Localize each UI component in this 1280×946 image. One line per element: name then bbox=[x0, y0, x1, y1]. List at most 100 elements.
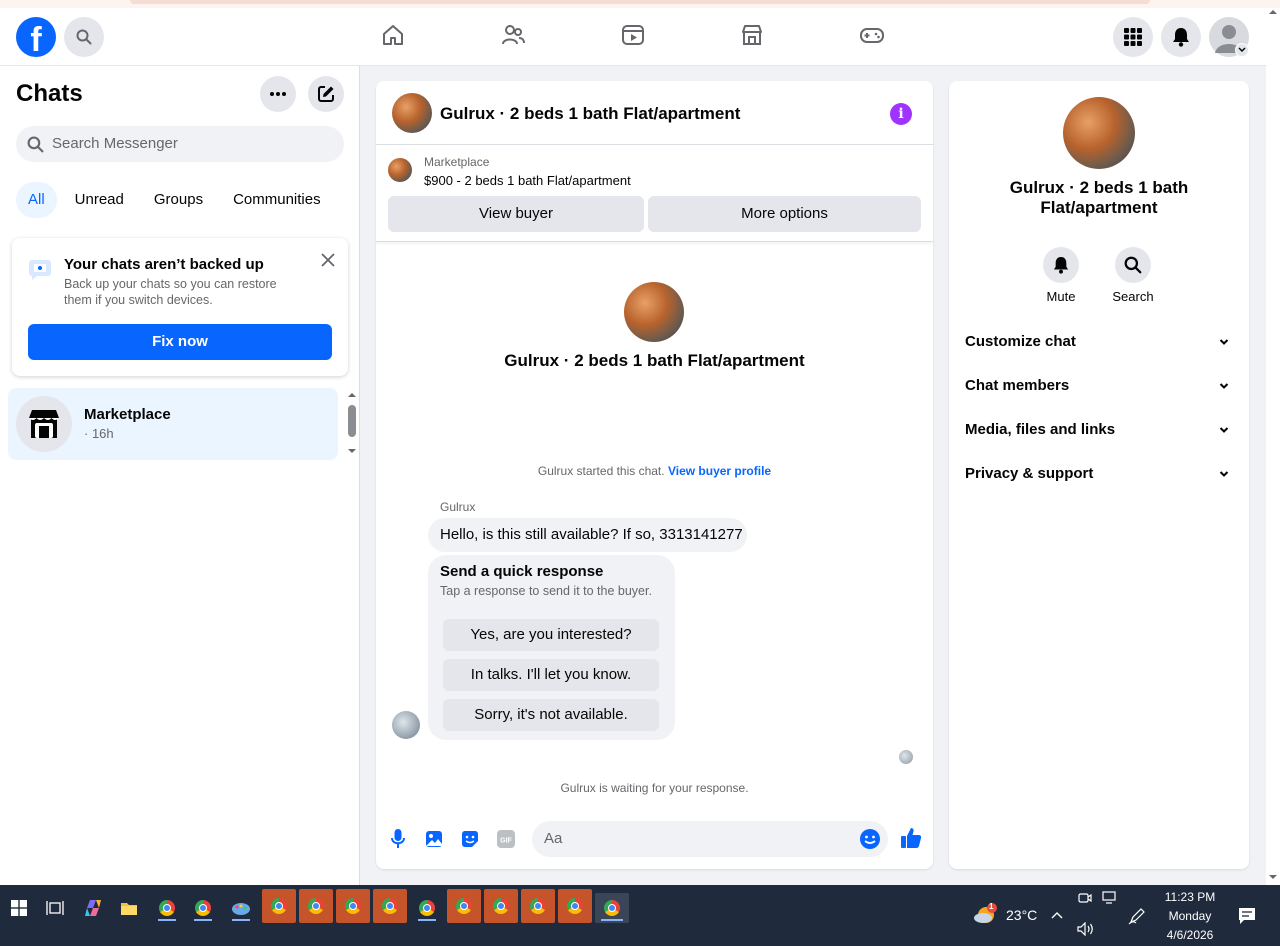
chrome-taskbar-button[interactable] bbox=[373, 889, 407, 923]
pen-menu-button[interactable] bbox=[1124, 903, 1150, 929]
marketplace-listing-bar: Marketplace $900 - 2 beds 1 bath Flat/ap… bbox=[376, 146, 933, 242]
chat-list-item[interactable]: Marketplace · 16h bbox=[8, 388, 338, 460]
chrome-taskbar-button[interactable] bbox=[521, 889, 555, 923]
chrome-icon bbox=[530, 898, 546, 914]
chrome-icon bbox=[493, 898, 509, 914]
customize-chat-row[interactable]: Customize chat bbox=[965, 326, 1233, 358]
app-taskbar-button[interactable] bbox=[224, 893, 258, 923]
quick-response-option[interactable]: Yes, are you interested? bbox=[443, 619, 659, 651]
view-buyer-button[interactable]: View buyer bbox=[388, 196, 644, 232]
weather-icon bbox=[974, 903, 997, 923]
chats-sidebar: Chats Search Messenger All Unread Groups… bbox=[0, 66, 360, 885]
started-text: Gulrux started this chat. bbox=[537, 464, 665, 478]
menu-button[interactable] bbox=[1113, 17, 1153, 57]
sticker-button[interactable] bbox=[460, 829, 480, 849]
tab-groups[interactable]: Groups bbox=[142, 182, 215, 218]
marketplace-avatar bbox=[16, 396, 72, 452]
task-view-button[interactable] bbox=[38, 893, 72, 923]
show-hidden-icons-button[interactable] bbox=[1045, 903, 1069, 927]
network-icon[interactable] bbox=[1100, 889, 1120, 907]
privacy-support-row[interactable]: Privacy & support bbox=[965, 458, 1233, 490]
facebook-logo-icon[interactable]: f bbox=[16, 17, 56, 57]
nav-marketplace[interactable] bbox=[739, 22, 765, 48]
new-message-button[interactable] bbox=[308, 76, 344, 112]
network-monitor-icon bbox=[1102, 891, 1116, 904]
account-button[interactable] bbox=[1209, 17, 1249, 57]
sender-avatar[interactable] bbox=[392, 711, 420, 739]
chrome-taskbar-button-active[interactable] bbox=[595, 893, 629, 923]
mute-button[interactable]: Mute bbox=[1031, 247, 1091, 304]
more-options-listing-button[interactable]: More options bbox=[648, 196, 921, 232]
more-options-button[interactable] bbox=[260, 76, 296, 112]
fix-now-button[interactable]: Fix now bbox=[28, 324, 332, 360]
start-button[interactable] bbox=[2, 893, 36, 923]
tab-all[interactable]: All bbox=[16, 182, 57, 218]
attach-photo-button[interactable] bbox=[424, 829, 444, 849]
gif-button[interactable]: GIF bbox=[496, 829, 516, 849]
search-conversation-button[interactable]: Search bbox=[1103, 247, 1163, 304]
chrome-taskbar-button[interactable] bbox=[447, 889, 481, 923]
chrome-taskbar-button[interactable] bbox=[336, 889, 370, 923]
notification-center-button[interactable] bbox=[1232, 901, 1262, 931]
chrome-taskbar-button[interactable] bbox=[410, 893, 444, 923]
copilot-button[interactable] bbox=[76, 893, 110, 923]
weather-widget[interactable]: 1 23°C bbox=[972, 901, 1044, 929]
volume-icon[interactable] bbox=[1076, 919, 1096, 939]
chat-started-notice: Gulrux started this chat. View buyer pro… bbox=[376, 464, 933, 478]
notifications-button[interactable] bbox=[1161, 17, 1201, 57]
friends-icon bbox=[502, 25, 525, 45]
search-input[interactable]: Search Messenger bbox=[16, 126, 344, 162]
listing-price[interactable]: $900 - 2 beds 1 bath Flat/apartment bbox=[424, 173, 631, 188]
bell-icon bbox=[1173, 28, 1189, 47]
quick-response-option[interactable]: In talks. I'll let you know. bbox=[443, 659, 659, 691]
message-placeholder: Aa bbox=[544, 830, 563, 847]
sender-name: Gulrux bbox=[440, 500, 476, 514]
chrome-taskbar-button[interactable] bbox=[299, 889, 333, 923]
grid-menu-icon bbox=[1124, 28, 1142, 46]
search-label: Search bbox=[1112, 289, 1154, 304]
quick-response-option[interactable]: Sorry, it's not available. bbox=[443, 699, 659, 731]
info-icon[interactable]: i bbox=[890, 103, 912, 125]
page-title: Chats bbox=[16, 80, 83, 107]
sidebar-scrollbar[interactable] bbox=[344, 392, 360, 458]
chrome-icon bbox=[159, 900, 175, 916]
nav-home[interactable] bbox=[380, 22, 406, 48]
message-input[interactable]: Aa bbox=[532, 821, 888, 857]
backup-chat-icon bbox=[29, 260, 51, 280]
chrome-taskbar-button[interactable] bbox=[558, 889, 592, 923]
conversation-header: Gulrux · 2 beds 1 bath Flat/apartment i bbox=[376, 81, 933, 145]
clock[interactable]: 11:23 PM Monday 4/6/2026 bbox=[1160, 888, 1220, 944]
tab-unread[interactable]: Unread bbox=[63, 182, 136, 218]
chrome-taskbar-button[interactable] bbox=[262, 889, 296, 923]
search-button[interactable] bbox=[64, 17, 104, 57]
close-backup-button[interactable] bbox=[318, 250, 338, 270]
tab-communities[interactable]: Communities bbox=[221, 182, 333, 218]
chrome-taskbar-button[interactable] bbox=[150, 893, 184, 923]
send-like-button[interactable] bbox=[900, 827, 922, 849]
file-explorer-button[interactable] bbox=[112, 893, 146, 923]
page-scrollbar[interactable] bbox=[1266, 8, 1280, 885]
message-composer: GIF Aa bbox=[376, 821, 933, 857]
emoji-icon[interactable] bbox=[860, 829, 880, 849]
chrome-taskbar-button[interactable] bbox=[186, 893, 220, 923]
chrome-taskbar-button[interactable] bbox=[484, 889, 518, 923]
media-files-links-row[interactable]: Media, files and links bbox=[965, 414, 1233, 446]
copilot-icon bbox=[85, 900, 101, 916]
chevron-down-icon bbox=[1219, 383, 1229, 389]
voice-clip-button[interactable] bbox=[388, 829, 408, 849]
section-label: Privacy & support bbox=[965, 465, 1094, 482]
sticker-icon bbox=[462, 831, 478, 847]
chevron-down-icon bbox=[1219, 427, 1229, 433]
chevron-down-icon bbox=[1219, 339, 1229, 345]
nav-gaming[interactable] bbox=[859, 22, 885, 48]
chat-members-row[interactable]: Chat members bbox=[965, 370, 1233, 402]
nav-video[interactable] bbox=[620, 22, 646, 48]
message-bubble[interactable]: Hello, is this still available? If so, 3… bbox=[428, 518, 747, 552]
listing-thumbnail[interactable] bbox=[392, 93, 432, 133]
meet-now-icon[interactable] bbox=[1076, 889, 1094, 907]
nav-friends[interactable] bbox=[500, 22, 526, 48]
photo-icon bbox=[426, 831, 442, 847]
conversation-title[interactable]: Gulrux · 2 beds 1 bath Flat/apartment bbox=[440, 104, 740, 124]
view-buyer-profile-link[interactable]: View buyer profile bbox=[668, 464, 771, 478]
gaming-icon bbox=[860, 28, 884, 43]
